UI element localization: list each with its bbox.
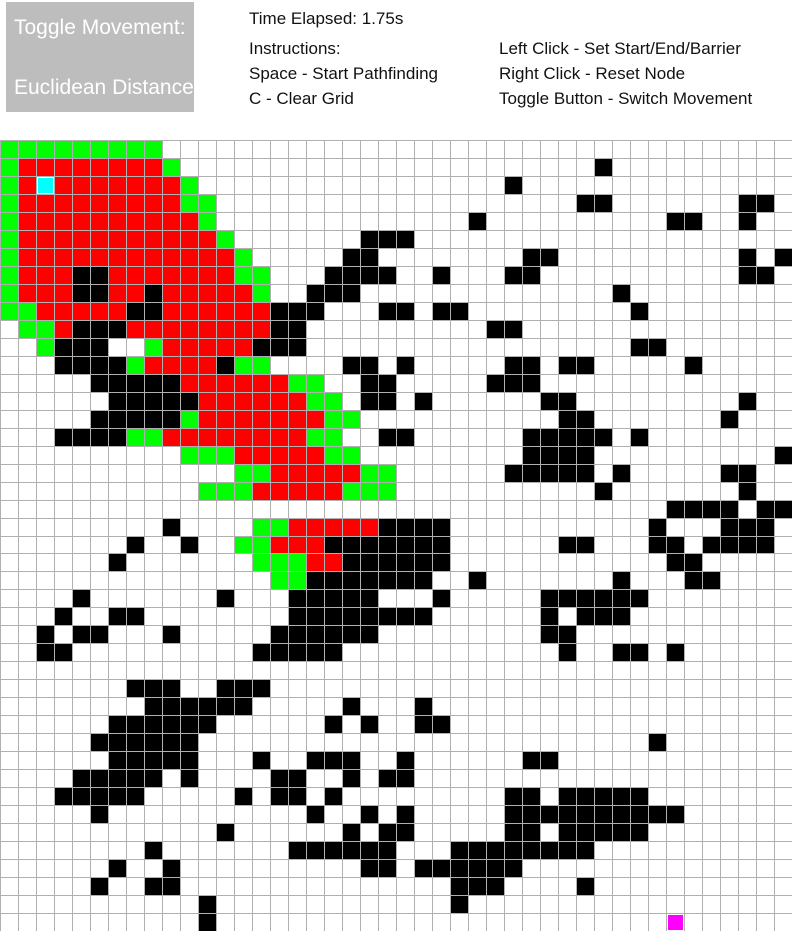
grid-lines: [0, 140, 792, 931]
instruction-space: Space - Start Pathfinding: [249, 64, 439, 83]
toggle-movement-button[interactable]: Toggle Movement: Euclidean Distance: [6, 2, 194, 112]
time-elapsed: Time Elapsed: 1.75s: [249, 9, 404, 28]
pathfinding-grid[interactable]: [0, 140, 792, 931]
instructions-heading: Instructions:: [249, 39, 341, 58]
toggle-movement-label: Toggle Movement:: [14, 16, 186, 39]
movement-mode-value: Euclidean Distance: [14, 76, 194, 99]
instruction-right-click: Right Click - Reset Node: [499, 64, 686, 83]
instruction-left-click: Left Click - Set Start/End/Barrier: [499, 39, 741, 58]
control-panel: Toggle Movement: Euclidean Distance Time…: [0, 0, 792, 140]
instruction-toggle: Toggle Button - Switch Movement: [499, 89, 753, 108]
instruction-clear: C - Clear Grid: [249, 89, 354, 108]
